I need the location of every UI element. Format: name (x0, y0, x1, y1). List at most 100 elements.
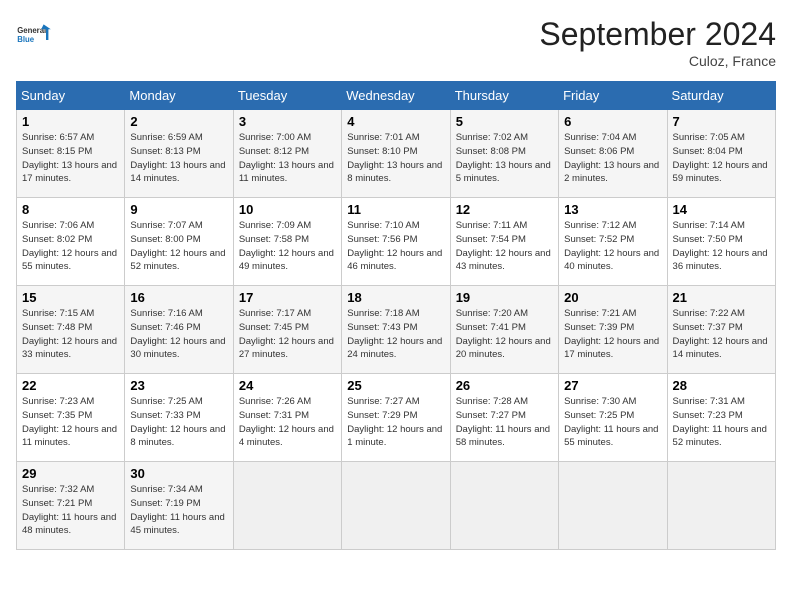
day-info: Sunrise: 7:18 AMSunset: 7:43 PMDaylight:… (347, 307, 444, 362)
col-header-friday: Friday (559, 82, 667, 110)
day-info: Sunrise: 7:11 AMSunset: 7:54 PMDaylight:… (456, 219, 553, 274)
calendar-cell: 13 Sunrise: 7:12 AMSunset: 7:52 PMDaylig… (559, 198, 667, 286)
day-info: Sunrise: 7:07 AMSunset: 8:00 PMDaylight:… (130, 219, 227, 274)
day-info: Sunrise: 7:06 AMSunset: 8:02 PMDaylight:… (22, 219, 119, 274)
day-number: 10 (239, 202, 336, 217)
day-info: Sunrise: 7:15 AMSunset: 7:48 PMDaylight:… (22, 307, 119, 362)
day-info: Sunrise: 7:10 AMSunset: 7:56 PMDaylight:… (347, 219, 444, 274)
day-info: Sunrise: 7:22 AMSunset: 7:37 PMDaylight:… (673, 307, 770, 362)
day-number: 24 (239, 378, 336, 393)
day-number: 13 (564, 202, 661, 217)
day-number: 14 (673, 202, 770, 217)
calendar-cell: 15 Sunrise: 7:15 AMSunset: 7:48 PMDaylig… (17, 286, 125, 374)
day-info: Sunrise: 7:14 AMSunset: 7:50 PMDaylight:… (673, 219, 770, 274)
day-number: 23 (130, 378, 227, 393)
calendar-cell: 10 Sunrise: 7:09 AMSunset: 7:58 PMDaylig… (233, 198, 341, 286)
month-title: September 2024 (539, 16, 776, 53)
day-number: 19 (456, 290, 553, 305)
col-header-sunday: Sunday (17, 82, 125, 110)
calendar-cell: 3 Sunrise: 7:00 AMSunset: 8:12 PMDayligh… (233, 110, 341, 198)
calendar-week-5: 29 Sunrise: 7:32 AMSunset: 7:21 PMDaylig… (17, 462, 776, 550)
day-number: 18 (347, 290, 444, 305)
calendar-cell: 20 Sunrise: 7:21 AMSunset: 7:39 PMDaylig… (559, 286, 667, 374)
calendar-cell: 24 Sunrise: 7:26 AMSunset: 7:31 PMDaylig… (233, 374, 341, 462)
day-number: 9 (130, 202, 227, 217)
calendar-cell: 27 Sunrise: 7:30 AMSunset: 7:25 PMDaylig… (559, 374, 667, 462)
calendar-cell: 4 Sunrise: 7:01 AMSunset: 8:10 PMDayligh… (342, 110, 450, 198)
calendar-cell (450, 462, 558, 550)
day-number: 12 (456, 202, 553, 217)
day-info: Sunrise: 7:25 AMSunset: 7:33 PMDaylight:… (130, 395, 227, 450)
day-number: 4 (347, 114, 444, 129)
calendar-week-1: 1 Sunrise: 6:57 AMSunset: 8:15 PMDayligh… (17, 110, 776, 198)
location: Culoz, France (539, 53, 776, 69)
day-info: Sunrise: 7:26 AMSunset: 7:31 PMDaylight:… (239, 395, 336, 450)
day-info: Sunrise: 7:04 AMSunset: 8:06 PMDaylight:… (564, 131, 661, 186)
calendar-cell: 8 Sunrise: 7:06 AMSunset: 8:02 PMDayligh… (17, 198, 125, 286)
day-number: 15 (22, 290, 119, 305)
day-number: 20 (564, 290, 661, 305)
day-number: 22 (22, 378, 119, 393)
calendar-cell: 21 Sunrise: 7:22 AMSunset: 7:37 PMDaylig… (667, 286, 775, 374)
calendar-cell: 29 Sunrise: 7:32 AMSunset: 7:21 PMDaylig… (17, 462, 125, 550)
calendar-cell: 17 Sunrise: 7:17 AMSunset: 7:45 PMDaylig… (233, 286, 341, 374)
logo-svg: General Blue (16, 16, 52, 52)
day-number: 5 (456, 114, 553, 129)
day-number: 16 (130, 290, 227, 305)
calendar-cell: 30 Sunrise: 7:34 AMSunset: 7:19 PMDaylig… (125, 462, 233, 550)
day-number: 30 (130, 466, 227, 481)
day-info: Sunrise: 7:02 AMSunset: 8:08 PMDaylight:… (456, 131, 553, 186)
day-info: Sunrise: 7:28 AMSunset: 7:27 PMDaylight:… (456, 395, 553, 450)
day-number: 2 (130, 114, 227, 129)
calendar-cell: 16 Sunrise: 7:16 AMSunset: 7:46 PMDaylig… (125, 286, 233, 374)
calendar-header-row: SundayMondayTuesdayWednesdayThursdayFrid… (17, 82, 776, 110)
day-info: Sunrise: 7:09 AMSunset: 7:58 PMDaylight:… (239, 219, 336, 274)
day-number: 7 (673, 114, 770, 129)
calendar-cell: 11 Sunrise: 7:10 AMSunset: 7:56 PMDaylig… (342, 198, 450, 286)
day-info: Sunrise: 6:59 AMSunset: 8:13 PMDaylight:… (130, 131, 227, 186)
calendar-cell: 6 Sunrise: 7:04 AMSunset: 8:06 PMDayligh… (559, 110, 667, 198)
day-info: Sunrise: 7:17 AMSunset: 7:45 PMDaylight:… (239, 307, 336, 362)
calendar-table: SundayMondayTuesdayWednesdayThursdayFrid… (16, 81, 776, 550)
title-area: September 2024 Culoz, France (539, 16, 776, 69)
calendar-cell: 2 Sunrise: 6:59 AMSunset: 8:13 PMDayligh… (125, 110, 233, 198)
calendar-cell: 26 Sunrise: 7:28 AMSunset: 7:27 PMDaylig… (450, 374, 558, 462)
day-info: Sunrise: 7:30 AMSunset: 7:25 PMDaylight:… (564, 395, 661, 450)
calendar-cell: 22 Sunrise: 7:23 AMSunset: 7:35 PMDaylig… (17, 374, 125, 462)
calendar-week-2: 8 Sunrise: 7:06 AMSunset: 8:02 PMDayligh… (17, 198, 776, 286)
calendar-cell: 9 Sunrise: 7:07 AMSunset: 8:00 PMDayligh… (125, 198, 233, 286)
calendar-cell: 5 Sunrise: 7:02 AMSunset: 8:08 PMDayligh… (450, 110, 558, 198)
calendar-cell: 7 Sunrise: 7:05 AMSunset: 8:04 PMDayligh… (667, 110, 775, 198)
col-header-saturday: Saturday (667, 82, 775, 110)
col-header-thursday: Thursday (450, 82, 558, 110)
day-number: 26 (456, 378, 553, 393)
calendar-cell (559, 462, 667, 550)
calendar-cell: 19 Sunrise: 7:20 AMSunset: 7:41 PMDaylig… (450, 286, 558, 374)
day-info: Sunrise: 7:12 AMSunset: 7:52 PMDaylight:… (564, 219, 661, 274)
day-number: 27 (564, 378, 661, 393)
day-number: 11 (347, 202, 444, 217)
calendar-cell (342, 462, 450, 550)
header: General Blue September 2024 Culoz, Franc… (16, 16, 776, 69)
logo: General Blue (16, 16, 52, 52)
day-number: 29 (22, 466, 119, 481)
day-info: Sunrise: 7:00 AMSunset: 8:12 PMDaylight:… (239, 131, 336, 186)
day-info: Sunrise: 7:27 AMSunset: 7:29 PMDaylight:… (347, 395, 444, 450)
day-number: 21 (673, 290, 770, 305)
day-info: Sunrise: 7:01 AMSunset: 8:10 PMDaylight:… (347, 131, 444, 186)
day-info: Sunrise: 7:34 AMSunset: 7:19 PMDaylight:… (130, 483, 227, 538)
col-header-tuesday: Tuesday (233, 82, 341, 110)
calendar-cell (233, 462, 341, 550)
day-info: Sunrise: 7:21 AMSunset: 7:39 PMDaylight:… (564, 307, 661, 362)
col-header-monday: Monday (125, 82, 233, 110)
calendar-week-4: 22 Sunrise: 7:23 AMSunset: 7:35 PMDaylig… (17, 374, 776, 462)
day-number: 28 (673, 378, 770, 393)
calendar-cell: 23 Sunrise: 7:25 AMSunset: 7:33 PMDaylig… (125, 374, 233, 462)
day-info: Sunrise: 7:16 AMSunset: 7:46 PMDaylight:… (130, 307, 227, 362)
calendar-week-3: 15 Sunrise: 7:15 AMSunset: 7:48 PMDaylig… (17, 286, 776, 374)
col-header-wednesday: Wednesday (342, 82, 450, 110)
day-number: 17 (239, 290, 336, 305)
calendar-cell: 1 Sunrise: 6:57 AMSunset: 8:15 PMDayligh… (17, 110, 125, 198)
day-number: 6 (564, 114, 661, 129)
day-number: 1 (22, 114, 119, 129)
